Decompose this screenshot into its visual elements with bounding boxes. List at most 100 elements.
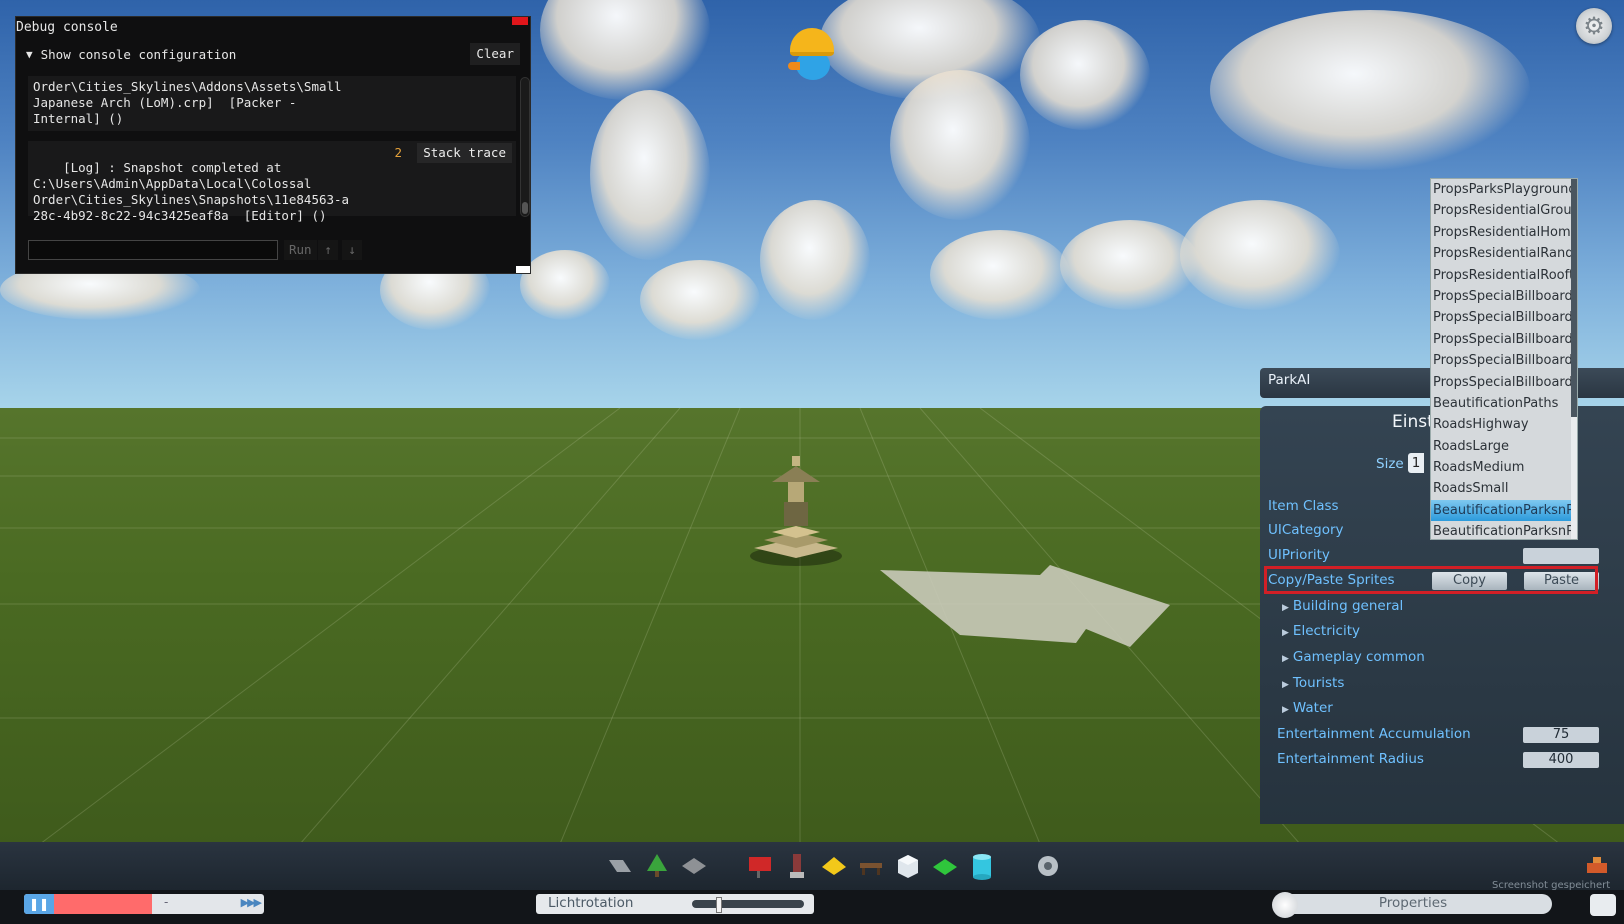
properties-toggle[interactable]: Properties [1272, 892, 1552, 918]
group-label: Gameplay common [1292, 649, 1425, 665]
dropdown-option[interactable]: PropsParksPlayground [1431, 179, 1575, 200]
group-tourists[interactable]: ▶ Tourists [1282, 675, 1344, 691]
history-down-button[interactable]: ↓ [342, 240, 362, 260]
dropdown-option[interactable]: BeautificationParksnPla [1431, 499, 1575, 522]
log-count-badge: 2 [394, 145, 402, 160]
dropdown-option[interactable]: PropsResidentialRando [1431, 243, 1575, 264]
surface-icon[interactable] [680, 852, 708, 880]
speed-indicator [54, 894, 152, 914]
size-label: Size [1376, 456, 1404, 472]
speed-separator: - [164, 895, 169, 909]
triangle-right-icon: ▶ [1282, 603, 1289, 613]
entertainment-radius-field[interactable]: 400 [1523, 752, 1599, 768]
camera-icon[interactable] [1590, 894, 1616, 916]
highlight-box [1264, 566, 1598, 594]
properties-knob[interactable] [1272, 892, 1298, 918]
cloud [1180, 200, 1340, 310]
console-scrollbar[interactable] [520, 77, 530, 217]
clear-button[interactable]: Clear [470, 43, 520, 65]
cloud [890, 70, 1030, 220]
ui-priority-field[interactable] [1523, 548, 1599, 564]
simulation-speed-bar[interactable]: ❚❚ - ▶▶▶ [24, 894, 264, 914]
group-electricity[interactable]: ▶ Electricity [1282, 623, 1360, 639]
group-label: Water [1292, 700, 1333, 716]
box-icon[interactable] [894, 852, 922, 880]
green-plate-icon[interactable] [931, 852, 959, 880]
direction-arrow-marker [880, 565, 1170, 647]
ui-priority-label: UIPriority [1268, 547, 1330, 563]
dropdown-option[interactable]: PropsSpecialBillboardsA [1431, 307, 1575, 328]
dropdown-option[interactable]: PropsSpecialBillboards [1431, 372, 1575, 393]
settings-icon[interactable] [1034, 852, 1062, 880]
triangle-right-icon: ▶ [1282, 680, 1289, 690]
billboard-icon[interactable] [746, 852, 774, 880]
debug-console[interactable]: Debug console ▼ Show console configurati… [15, 16, 531, 274]
console-title: Debug console [16, 20, 118, 35]
run-button[interactable]: Run [284, 240, 317, 260]
group-gameplay-common[interactable]: ▶ Gameplay common [1282, 649, 1425, 665]
cloud [1060, 220, 1200, 310]
entertainment-accumulation-field[interactable]: 75 [1523, 727, 1599, 743]
dropdown-option[interactable]: RoadsLarge [1431, 436, 1575, 457]
fast-forward-icon[interactable]: ▶▶▶ [241, 896, 262, 909]
stone-lantern-model [750, 456, 842, 566]
ui-category-label: UICategory [1268, 522, 1344, 538]
log-entry: [Log] : Snapshot completed at C:\Users\A… [28, 141, 516, 223]
triangle-right-icon: ▶ [1282, 705, 1289, 715]
dropdown-option[interactable]: RoadsMedium [1431, 457, 1575, 478]
ai-type-label: ParkAI [1268, 372, 1311, 388]
chirper-icon[interactable] [786, 28, 838, 84]
cloud [1210, 10, 1530, 170]
size-field[interactable]: 1 [1408, 453, 1424, 473]
triangle-right-icon: ▶ [1282, 628, 1289, 638]
dropdown-option[interactable]: BeautificationParksnPlaza [1431, 521, 1575, 539]
light-rotation-slider-handle[interactable] [716, 897, 722, 913]
history-up-button[interactable]: ↑ [318, 240, 338, 260]
light-rotation-label: Lichtrotation [548, 895, 634, 911]
road-tool-icon[interactable] [606, 852, 634, 880]
bulldozer-icon[interactable] [1584, 852, 1612, 880]
dropdown-scroll-thumb[interactable] [1571, 179, 1577, 417]
group-label: Tourists [1292, 675, 1345, 691]
cloud [930, 230, 1070, 320]
dropdown-option[interactable]: PropsSpecialBillboards [1431, 286, 1575, 307]
asset-toolbar [0, 842, 1624, 890]
dropdown-scrollbar[interactable] [1571, 179, 1577, 539]
dropdown-option[interactable]: PropsResidentialRoofto [1431, 265, 1575, 286]
item-class-label: Item Class [1268, 498, 1339, 514]
pause-icon[interactable]: ❚❚ [24, 894, 54, 914]
settings-gear-icon[interactable]: ⚙ [1576, 8, 1612, 44]
dropdown-option[interactable]: PropsSpecialBillboards [1431, 350, 1575, 371]
light-rotation-slider[interactable] [692, 900, 804, 908]
dropdown-option[interactable]: RoadsSmall [1431, 478, 1575, 499]
console-config-toggle[interactable]: ▼ Show console configuration Clear [26, 43, 520, 65]
cylinder-icon[interactable] [968, 852, 996, 880]
cloud [760, 200, 870, 320]
console-command-input[interactable] [28, 240, 278, 260]
group-water[interactable]: ▶ Water [1282, 700, 1333, 716]
log-text: [Log] : Snapshot completed at C:\Users\A… [33, 160, 350, 223]
yellow-sign-icon[interactable] [820, 852, 848, 880]
cloud [590, 90, 710, 260]
statue-icon[interactable] [783, 852, 811, 880]
cloud [1020, 20, 1150, 130]
panel-heading: Einst [1392, 412, 1434, 432]
dropdown-option[interactable]: PropsSpecialBillboards [1431, 329, 1575, 350]
dropdown-option[interactable]: PropsResidentialHomeY [1431, 222, 1575, 243]
entertainment-accumulation-label: Entertainment Accumulation [1277, 726, 1471, 742]
triangle-right-icon: ▶ [1282, 654, 1289, 664]
resize-handle[interactable] [516, 266, 530, 273]
item-class-dropdown-list[interactable]: PropsParksPlayground PropsResidentialGrou… [1430, 178, 1578, 540]
dropdown-option[interactable]: BeautificationPaths [1431, 393, 1575, 414]
dropdown-option[interactable]: RoadsHighway [1431, 414, 1575, 435]
cloud [520, 250, 610, 320]
screenshot-saved-note: Screenshot gespeichert [1492, 880, 1611, 891]
stack-trace-button[interactable]: Stack trace [417, 143, 512, 163]
light-rotation-control[interactable]: Lichtrotation [536, 894, 814, 914]
tree-icon[interactable] [643, 852, 671, 880]
config-toggle-label: Show console configuration [40, 46, 237, 62]
dropdown-option[interactable]: PropsResidentialGroun [1431, 200, 1575, 221]
group-building-general[interactable]: ▶ Building general [1282, 598, 1403, 614]
bench-icon[interactable] [857, 852, 885, 880]
console-close-button[interactable] [512, 17, 528, 25]
